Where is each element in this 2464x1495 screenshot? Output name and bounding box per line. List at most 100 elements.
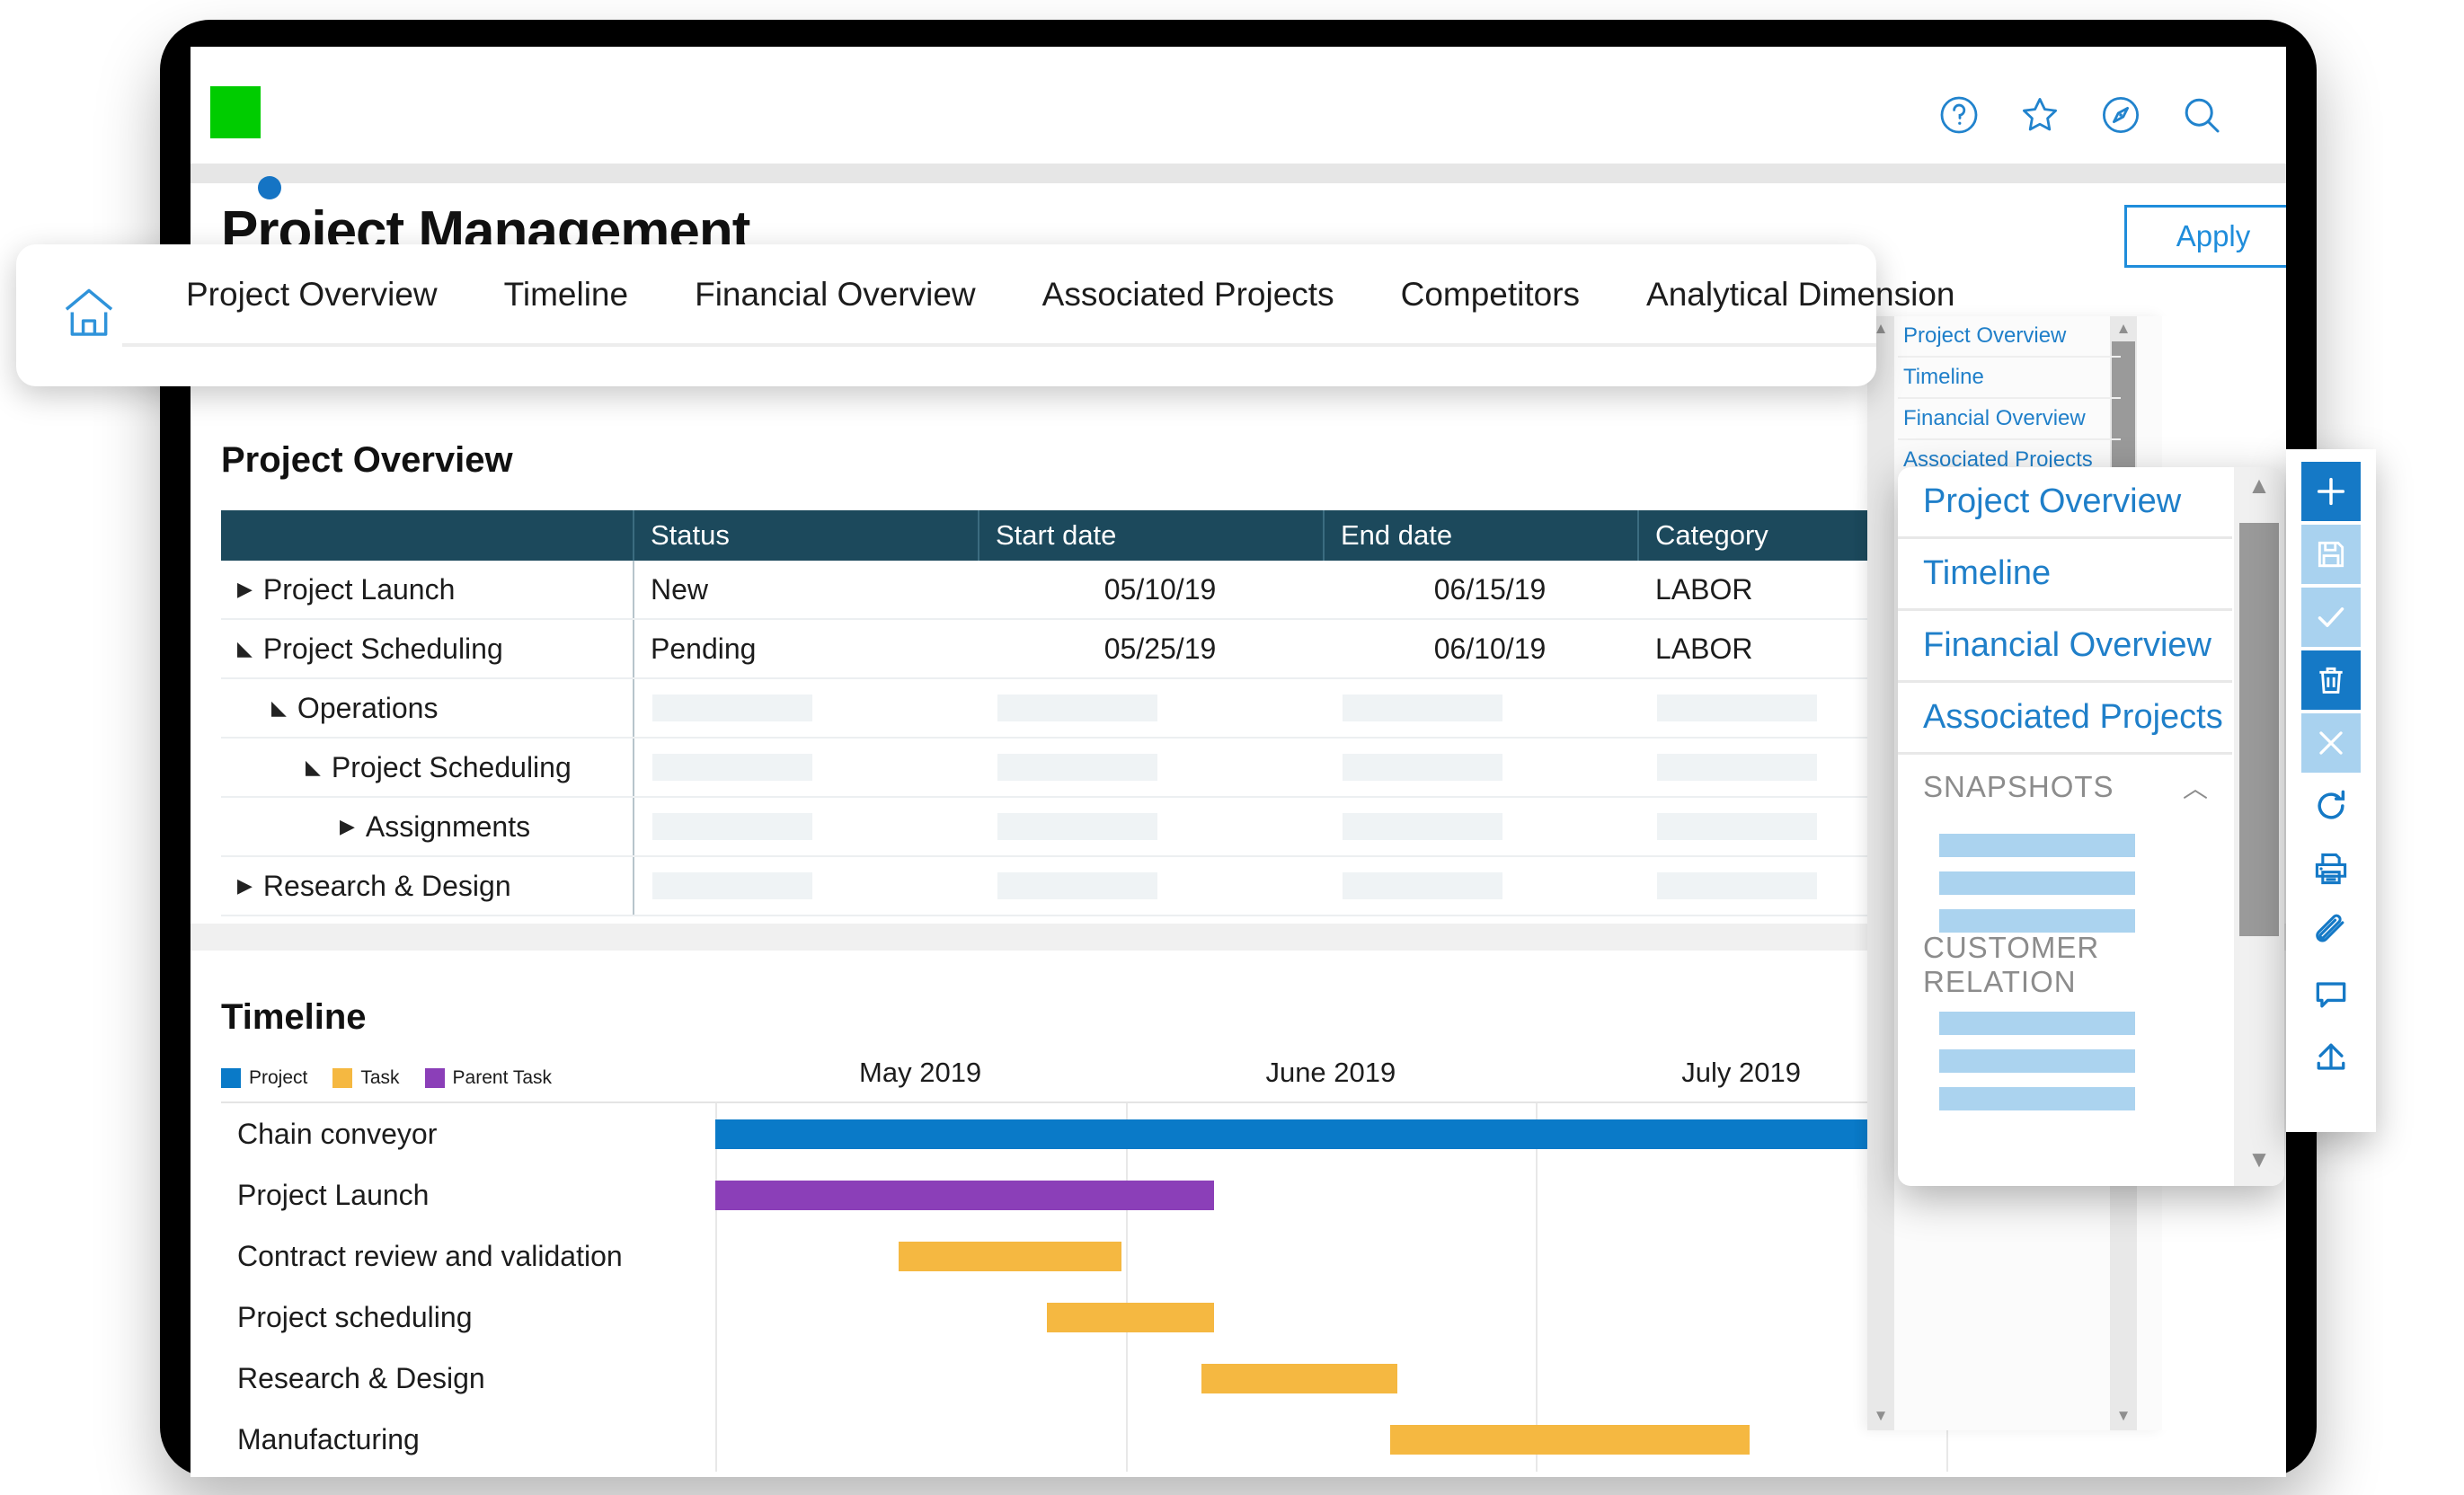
gantt-row[interactable]: Project scheduling (221, 1287, 1946, 1348)
popup-section-header[interactable]: CUSTOMER RELATION (1898, 933, 2232, 997)
delete-button[interactable] (2301, 650, 2361, 710)
axis-label-spacer (221, 1057, 715, 1101)
gantt-row[interactable]: Manufacturing (221, 1409, 1946, 1470)
expand-toggle-open-icon[interactable]: ◢ (306, 757, 321, 777)
expand-toggle-open-icon[interactable]: ◢ (271, 698, 287, 718)
comment-button[interactable] (2301, 965, 2361, 1024)
cell-status (634, 857, 979, 915)
placeholder-bar (1939, 1012, 2135, 1035)
table-row[interactable]: ▶Assignments (221, 798, 1946, 857)
column-header-start-date[interactable]: Start date (979, 510, 1325, 561)
nav-tab-financial-overview[interactable]: Financial Overview (661, 276, 1009, 314)
cell-end-date: 06/15/19 (1325, 561, 1639, 618)
help-icon[interactable] (1937, 93, 1981, 137)
gantt-bar[interactable] (1047, 1303, 1214, 1332)
refresh-button[interactable] (2301, 776, 2361, 836)
panel-item[interactable]: Timeline (1898, 358, 2121, 399)
project-overview-table: StatusStart dateEnd dateCategory ▶Projec… (221, 510, 1946, 916)
gantt-row[interactable]: Chain conveyor (221, 1103, 1946, 1164)
gantt-bar[interactable] (715, 1181, 1214, 1210)
search-icon[interactable] (2180, 93, 2223, 137)
attach-button[interactable] (2301, 902, 2361, 961)
placeholder-bar (1939, 1087, 2135, 1110)
popup-scroll-down-icon[interactable]: ▼ (2234, 1141, 2284, 1177)
gantt-bar[interactable] (715, 1119, 1946, 1149)
table-row[interactable]: ◢Project SchedulingPending05/25/1906/10/… (221, 620, 1946, 679)
popup-item-associated-projects[interactable]: Associated Projects (1898, 683, 2232, 755)
paperclip-icon (2311, 912, 2351, 951)
add-button[interactable] (2301, 462, 2361, 521)
table-row[interactable]: ▶Project LaunchNew05/10/1906/15/19LABOR (221, 561, 1946, 620)
column-header-end-date[interactable]: End date (1325, 510, 1639, 561)
popup-item-timeline[interactable]: Timeline (1898, 539, 2232, 611)
nav-tab-analytical-dimension[interactable]: Analytical Dimension (1613, 276, 1988, 314)
table-row[interactable]: ◢Project Scheduling (221, 739, 1946, 798)
navigation-tab-card: Project OverviewTimelineFinancial Overvi… (16, 244, 1876, 386)
nav-tab-timeline[interactable]: Timeline (471, 276, 661, 314)
gantt-rows: Chain conveyorProject LaunchContract rev… (221, 1103, 1946, 1470)
table-row[interactable]: ◢Operations (221, 679, 1946, 739)
gantt-bar[interactable] (1390, 1425, 1750, 1455)
cell-status: New (634, 561, 979, 618)
column-header-name[interactable] (221, 510, 634, 561)
gantt-row[interactable]: Contract review and validation (221, 1225, 1946, 1287)
popup-section-header[interactable]: SNAPSHOTS ︿ (1898, 755, 2232, 819)
confirm-button[interactable] (2301, 588, 2361, 647)
panel-item[interactable]: Financial Overview (1898, 399, 2121, 440)
cancel-button[interactable] (2301, 713, 2361, 773)
popup-scrollbar-thumb[interactable] (2239, 523, 2279, 936)
placeholder-bar (1343, 872, 1502, 899)
column-header-status[interactable]: Status (634, 510, 979, 561)
x-axis-tick-label: May 2019 (715, 1057, 1126, 1101)
gantt-bar[interactable] (899, 1242, 1121, 1271)
nav-tab-project-overview[interactable]: Project Overview (153, 276, 471, 314)
cell-status: Pending (634, 620, 979, 677)
panel-left-scrollbar[interactable]: ▲ ▼ (1867, 316, 1894, 1430)
gantt-row[interactable]: Project Launch (221, 1164, 1946, 1225)
topbar-divider (191, 164, 2286, 183)
nav-tab-associated-projects[interactable]: Associated Projects (1009, 276, 1368, 314)
gantt-row[interactable]: Research & Design (221, 1348, 1946, 1409)
gantt-chart-plot: Chain conveyorProject LaunchContract rev… (221, 1101, 1946, 1470)
gantt-row-label: Contract review and validation (237, 1225, 623, 1287)
chevron-up-icon[interactable]: ︿ (2183, 769, 2209, 805)
cell-status (634, 679, 979, 737)
placeholder-bar (1657, 694, 1817, 721)
favorite-star-icon[interactable] (2018, 93, 2061, 137)
placeholder-bar (1657, 813, 1817, 840)
home-icon[interactable] (59, 284, 119, 341)
panel-left-scroll-down-icon[interactable]: ▼ (1867, 1403, 1894, 1425)
placeholder-bar (1939, 909, 2135, 933)
panel-right-scroll-down-icon[interactable]: ▼ (2110, 1403, 2137, 1425)
nav-tab-competitors[interactable]: Competitors (1368, 276, 1613, 314)
apply-button[interactable]: Apply (2124, 205, 2286, 268)
trash-icon (2314, 663, 2348, 697)
close-x-icon (2314, 726, 2348, 760)
popup-section-label: SNAPSHOTS (1923, 770, 2114, 804)
placeholder-bar (1343, 813, 1502, 840)
expand-toggle-closed-icon[interactable]: ▶ (237, 579, 253, 599)
row-name: Project Scheduling (263, 632, 503, 666)
magnified-action-toolbar (2286, 449, 2376, 1132)
upload-button[interactable] (2301, 1028, 2361, 1087)
compass-icon[interactable] (2099, 93, 2142, 137)
topbar-icon-group (1937, 93, 2223, 137)
save-button[interactable] (2301, 525, 2361, 584)
table-header-row: StatusStart dateEnd dateCategory (221, 510, 1946, 561)
expand-toggle-closed-icon[interactable]: ▶ (340, 817, 355, 836)
gantt-bar[interactable] (1201, 1364, 1397, 1393)
popup-scrollbar[interactable]: ▲ ▼ (2234, 467, 2284, 1186)
app-logo (210, 86, 261, 138)
popup-scroll-up-icon[interactable]: ▲ (2234, 467, 2284, 503)
expand-toggle-closed-icon[interactable]: ▶ (237, 876, 253, 896)
cell-start-date: 05/25/19 (979, 620, 1325, 677)
table-row[interactable]: ▶Research & Design (221, 857, 1946, 916)
expand-toggle-open-icon[interactable]: ◢ (237, 639, 253, 659)
popup-item-project-overview[interactable]: Project Overview (1898, 467, 2232, 539)
cell-start-date: 05/10/19 (979, 561, 1325, 618)
cell-start-date (979, 739, 1325, 796)
cell-start-date (979, 857, 1325, 915)
popup-item-financial-overview[interactable]: Financial Overview (1898, 611, 2232, 683)
print-button[interactable] (2301, 839, 2361, 898)
refresh-icon (2311, 786, 2351, 826)
